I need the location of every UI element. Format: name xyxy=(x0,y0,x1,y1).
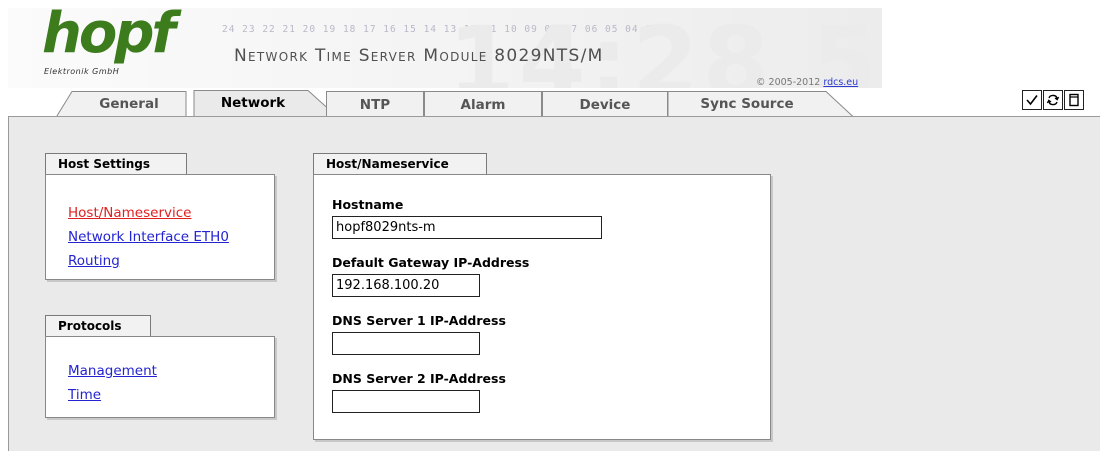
logo-subtitle: Elektronik GmbH xyxy=(44,67,120,76)
reload-icon[interactable] xyxy=(1043,90,1063,110)
tab-general[interactable]: General xyxy=(72,91,186,118)
checkmark-icon[interactable] xyxy=(1022,90,1042,110)
page-title: Network Time Server Module 8029NTS/M xyxy=(234,46,604,66)
gateway-label: Default Gateway IP-Address xyxy=(332,255,530,270)
copyright-text: © 2005-2012 xyxy=(756,77,824,88)
gateway-input[interactable] xyxy=(332,274,480,297)
dns2-input[interactable] xyxy=(332,390,480,413)
dns1-label: DNS Server 1 IP-Address xyxy=(332,313,506,328)
tab-device[interactable]: Device xyxy=(542,91,668,118)
hostname-label: Hostname xyxy=(332,197,404,212)
link-time[interactable]: Time xyxy=(68,383,274,407)
link-management[interactable]: Management xyxy=(68,359,274,383)
protocols-panel: Management Time xyxy=(45,336,275,418)
tab-network[interactable]: Network xyxy=(194,89,312,118)
host-settings-tab: Host Settings xyxy=(45,153,187,175)
tab-ntp[interactable]: NTP xyxy=(326,91,424,118)
header-banner: 24 23 22 21 20 19 18 17 16 15 14 13 12 1… xyxy=(8,6,882,88)
hostname-input[interactable] xyxy=(332,216,602,239)
tab-sync-source[interactable]: Sync Source xyxy=(668,91,826,118)
host-settings-panel: Host/Nameservice Network Interface ETH0 … xyxy=(45,174,275,280)
dns2-label: DNS Server 2 IP-Address xyxy=(332,371,506,386)
page-icon[interactable] xyxy=(1064,90,1084,110)
link-network-interface-eth0[interactable]: Network Interface ETH0 xyxy=(68,225,274,249)
content-area: Host Settings Host/Nameservice Network I… xyxy=(8,116,1100,451)
toolbar-icons xyxy=(1022,90,1085,114)
copyright-link[interactable]: rdcs.eu xyxy=(823,77,858,88)
host-nameservice-panel: Hostname Default Gateway IP-Address DNS … xyxy=(313,174,771,440)
dns1-input[interactable] xyxy=(332,332,480,355)
logo-word: hopf xyxy=(42,1,176,66)
protocols-tab: Protocols xyxy=(45,315,151,337)
tab-alarm[interactable]: Alarm xyxy=(424,91,542,118)
host-nameservice-tab: Host/Nameservice xyxy=(313,153,487,175)
link-host-nameservice[interactable]: Host/Nameservice xyxy=(68,201,274,225)
link-routing[interactable]: Routing xyxy=(68,249,274,273)
hopf-logo: hopf Elektronik GmbH xyxy=(42,6,176,82)
main-tab-bar: General Network NTP Alarm Device Sync So… xyxy=(8,88,1100,118)
copyright-notice: © 2005-2012 rdcs.eu xyxy=(756,77,858,88)
